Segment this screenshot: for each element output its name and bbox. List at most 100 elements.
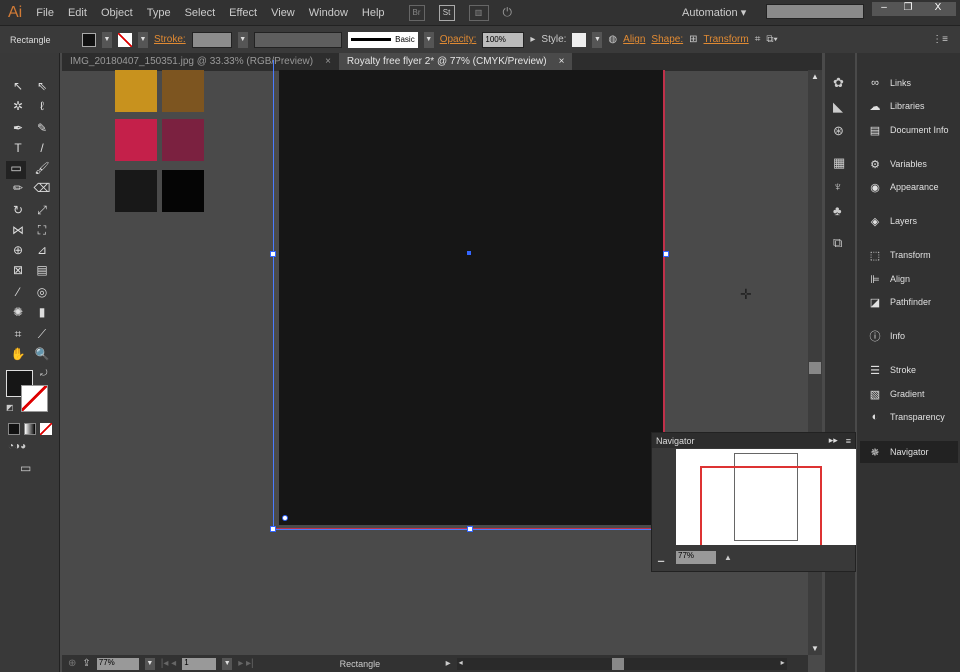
navigator-zoom-field[interactable]: 77%	[676, 551, 716, 564]
scale-tool-icon[interactable]: ⤢	[32, 203, 52, 221]
lasso-tool-icon[interactable]: ℓ	[32, 99, 52, 117]
perspective-grid-tool-icon[interactable]: ⊿	[32, 243, 52, 261]
width-tool-icon[interactable]: ⋈	[8, 223, 28, 241]
stroke-weight-field[interactable]	[191, 31, 232, 48]
paintbrush-tool-icon[interactable]: 🖌	[32, 161, 52, 179]
column-graph-tool-icon[interactable]: ▮	[32, 305, 52, 323]
direct-selection-tool-icon[interactable]: ⇖	[32, 79, 52, 97]
stock-button[interactable]: St	[438, 4, 455, 21]
panel-align[interactable]: ⊫ Align	[860, 268, 958, 290]
corner-widget[interactable]	[282, 515, 288, 521]
isolate-icon[interactable]: ⌗	[755, 34, 761, 45]
panel-layers[interactable]: ◈ Layers	[860, 210, 958, 232]
menu-object[interactable]: Object	[101, 7, 133, 19]
artboard-tool-icon[interactable]: ⌗	[8, 327, 28, 345]
club-symbol-icon[interactable]: ♣	[833, 203, 842, 218]
shape-icon[interactable]: ⊞	[689, 34, 697, 45]
gpu-icon[interactable]: ⊕	[68, 658, 76, 669]
opacity-field[interactable]: 100%	[482, 31, 525, 48]
navigator-preview[interactable]	[676, 449, 856, 545]
color-mode-icon[interactable]	[8, 423, 20, 435]
panel-variables[interactable]: ⚙ Variables	[860, 153, 958, 175]
panel-menu-icon[interactable]: ⋮≡	[932, 34, 948, 45]
gradient-tool-icon[interactable]: ▤	[32, 263, 52, 281]
opacity-label[interactable]: Opacity:	[440, 34, 477, 45]
workspace-switcher[interactable]: Automation ▾	[682, 6, 746, 19]
free-transform-tool-icon[interactable]: ⛶	[32, 223, 52, 241]
menu-select[interactable]: Select	[185, 7, 216, 19]
graphic-styles-icon[interactable]: ⊛	[833, 123, 844, 139]
fill-dropdown[interactable]: ▼	[102, 31, 112, 48]
panel-appearance[interactable]: ◉ Appearance	[860, 176, 958, 198]
stroke-dropdown[interactable]: ▼	[138, 31, 148, 48]
zoom-dropdown[interactable]: ▼	[144, 657, 155, 670]
mesh-tool-icon[interactable]: ⊠	[8, 263, 28, 281]
select-similar-icon[interactable]: ⧉▾	[766, 34, 777, 45]
scroll-up-icon[interactable]: ▲	[811, 72, 819, 81]
hand-tool-icon[interactable]: ✋	[8, 347, 28, 365]
scroll-down-icon[interactable]: ▼	[811, 644, 819, 653]
pen-tool-icon[interactable]: ✒	[8, 121, 28, 139]
symbols-icon[interactable]: ♆	[833, 179, 843, 194]
zoom-out-icon[interactable]: ▁	[658, 553, 664, 562]
brush-definition[interactable]: Basic	[347, 31, 418, 48]
panel-info[interactable]: ⓘ Info	[860, 325, 958, 347]
resize-handle[interactable]	[467, 526, 473, 532]
menu-file[interactable]: File	[36, 7, 54, 19]
stroke-swatch[interactable]	[118, 32, 132, 47]
share-icon[interactable]: ⇪	[82, 658, 90, 669]
panel-pathfinder[interactable]: ◪ Pathfinder	[860, 291, 958, 313]
panel-transparency[interactable]: ◐ Transparency	[860, 406, 958, 428]
rectangle-tool-icon[interactable]: ▭	[6, 161, 26, 179]
arrange-documents-icon[interactable]: ▥	[468, 4, 489, 21]
symbol-sprayer-tool-icon[interactable]: ✺	[8, 305, 28, 323]
swatch-crimson[interactable]	[115, 119, 157, 161]
swatch-maroon[interactable]	[162, 119, 204, 161]
swatch-dark-gray[interactable]	[115, 170, 157, 212]
menu-view[interactable]: View	[271, 7, 295, 19]
resize-handle[interactable]	[663, 251, 669, 257]
minimize-button[interactable]: –	[872, 2, 896, 16]
eyedropper-tool-icon[interactable]: ⁄	[8, 285, 28, 303]
pencil-tool-icon[interactable]: ✏	[8, 181, 28, 199]
artboard-dropdown[interactable]: ▼	[222, 657, 233, 670]
recolor-icon[interactable]: ◍	[608, 34, 617, 45]
eraser-tool-icon[interactable]: ⌫	[32, 181, 52, 199]
drawing-mode-icon[interactable]: ◔◑◕	[8, 441, 26, 452]
zoom-tool-icon[interactable]: 🔍	[32, 347, 52, 365]
menu-help[interactable]: Help	[362, 7, 385, 19]
stroke-weight-dropdown[interactable]: ▼	[237, 31, 248, 48]
scroll-thumb[interactable]	[809, 362, 821, 374]
panel-stroke[interactable]: ☰ Stroke	[860, 359, 958, 381]
color-guide-icon[interactable]: ✿	[833, 75, 844, 91]
selection-tool-icon[interactable]: ↖	[8, 79, 28, 97]
rotate-tool-icon[interactable]: ↻	[8, 203, 28, 221]
style-dropdown[interactable]: ▼	[592, 31, 603, 48]
swatch-gold[interactable]	[115, 70, 157, 112]
menu-effect[interactable]: Effect	[229, 7, 257, 19]
magic-wand-tool-icon[interactable]: ✲	[8, 99, 28, 117]
gpu-performance-icon[interactable]: ⏻	[503, 5, 513, 20]
menu-edit[interactable]: Edit	[68, 7, 87, 19]
swap-colors-icon[interactable]: ⤾	[40, 368, 48, 379]
shape-link[interactable]: Shape:	[651, 34, 683, 45]
scroll-thumb[interactable]	[611, 657, 624, 670]
swatch-brown[interactable]	[162, 70, 204, 112]
stroke-label[interactable]: Stroke:	[154, 34, 186, 45]
first-artboard-icon[interactable]: |◂ ◂	[161, 658, 176, 669]
collapse-icon[interactable]: ▸▸	[829, 435, 838, 446]
style-swatch[interactable]	[572, 32, 587, 47]
opacity-arrow[interactable]: ▸	[530, 34, 535, 45]
panel-menu-icon[interactable]: ≡	[846, 436, 851, 446]
align-link[interactable]: Align	[623, 34, 645, 45]
brushes-icon[interactable]: ◣	[833, 99, 843, 115]
variable-width-field[interactable]	[253, 31, 342, 48]
panel-links[interactable]: ∞ Links	[860, 72, 958, 94]
fill-swatch[interactable]	[82, 32, 96, 47]
curvature-tool-icon[interactable]: ✎	[32, 121, 52, 139]
swatches-icon[interactable]: ▦	[833, 155, 845, 171]
artboard-field[interactable]: 1	[182, 657, 217, 670]
search-input[interactable]	[766, 4, 864, 19]
selection-bounding-box[interactable]	[273, 60, 667, 530]
transform-link[interactable]: Transform	[704, 34, 749, 45]
